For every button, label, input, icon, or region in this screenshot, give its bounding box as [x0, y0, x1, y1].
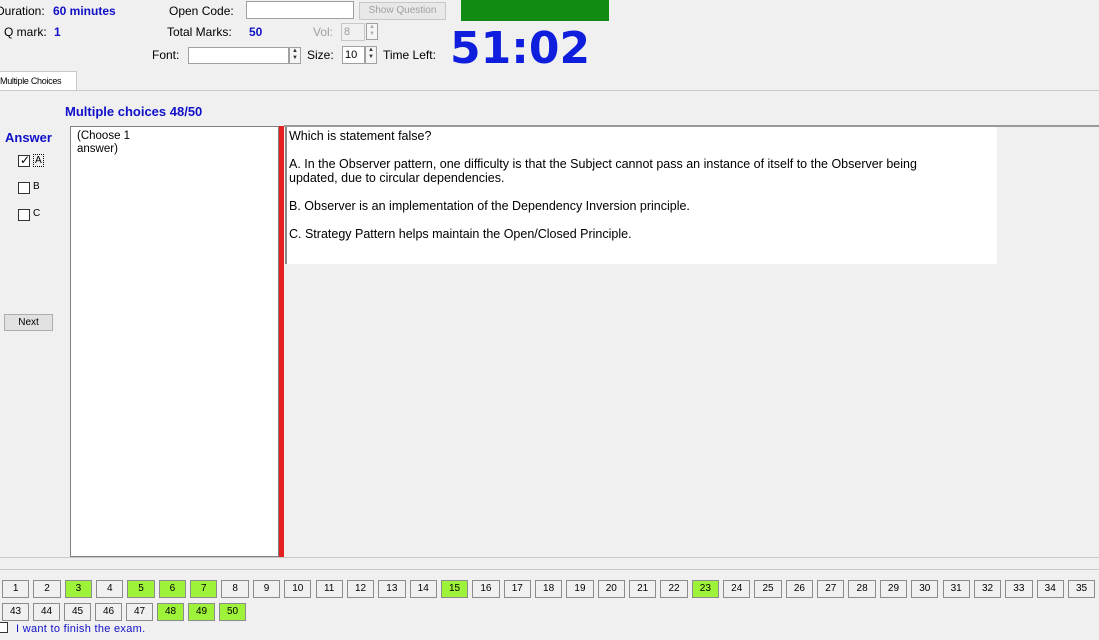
question-prompt: Which is statement false? [289, 129, 432, 143]
question-nav-button-11[interactable]: 11 [315, 580, 343, 598]
answer-title: Answer [5, 130, 52, 145]
question-nav-button-31[interactable]: 31 [942, 580, 970, 598]
font-label: Font: [152, 48, 180, 62]
finish-label: I want to finish the exam. [16, 623, 146, 635]
question-nav-button-46[interactable]: 46 [95, 603, 122, 621]
section-title: Multiple choices 48/50 [65, 104, 203, 119]
question-nav-button-30[interactable]: 30 [911, 580, 939, 598]
question-nav-button-34[interactable]: 34 [1036, 580, 1064, 598]
bottom-divider [0, 557, 1099, 558]
question-nav-button-2[interactable]: 2 [33, 580, 61, 598]
question-nav-button-26[interactable]: 26 [785, 580, 814, 598]
question-nav-button-1[interactable]: 1 [2, 580, 30, 598]
time-left-label: Time Left: [383, 48, 436, 62]
vol-label: Vol: [313, 25, 334, 39]
question-nav-button-29[interactable]: 29 [879, 580, 908, 598]
duration-value: 60 minutes [53, 4, 116, 18]
spin-up-icon: ▲ [292, 48, 298, 54]
question-nav-button-33[interactable]: 33 [1005, 580, 1033, 598]
question-nav-button-3[interactable]: 3 [64, 580, 93, 598]
font-select[interactable] [188, 47, 289, 64]
answer-checkbox-a[interactable] [18, 153, 30, 167]
question-nav-button-15[interactable]: 15 [440, 580, 469, 598]
question-box [285, 127, 997, 264]
question-nav-button-6[interactable]: 6 [158, 580, 187, 598]
vol-input[interactable]: 8 [341, 23, 365, 41]
spin-up-icon: ▲ [369, 24, 375, 30]
answer-checkbox-b[interactable] [18, 182, 30, 194]
question-nav-button-22[interactable]: 22 [660, 580, 688, 598]
status-indicator [461, 0, 609, 21]
question-nav-button-28[interactable]: 28 [848, 580, 876, 598]
choose-panel [70, 126, 279, 557]
question-option: A. In the Observer pattern, one difficul… [289, 157, 917, 185]
question-nav-button-14[interactable]: 14 [409, 580, 437, 598]
question-nav-button-32[interactable]: 32 [973, 580, 1002, 598]
size-label: Size: [307, 48, 334, 62]
spin-down-icon: ▼ [369, 31, 375, 37]
answer-option-label[interactable]: C [33, 208, 40, 219]
question-nav-button-8[interactable]: 8 [221, 580, 249, 598]
question-nav-button-7[interactable]: 7 [190, 580, 218, 598]
question-nav-button-24[interactable]: 24 [723, 580, 751, 598]
question-nav-button-49[interactable]: 49 [188, 603, 215, 621]
font-spinner[interactable]: ▲ ▼ [289, 47, 301, 64]
vol-spinner[interactable]: ▲ ▼ [366, 23, 378, 40]
question-nav-button-45[interactable]: 45 [64, 603, 91, 621]
question-nav-button-4[interactable]: 4 [96, 580, 124, 598]
question-nav-button-12[interactable]: 12 [346, 580, 375, 598]
question-nav-button-35[interactable]: 35 [1067, 580, 1096, 598]
open-code-input[interactable] [246, 1, 354, 19]
tab-multiple-choices[interactable]: Multiple Choices [0, 71, 77, 91]
bottom-divider [0, 569, 1099, 570]
finish-checkbox[interactable] [0, 622, 8, 633]
question-nav-button-23[interactable]: 23 [691, 580, 720, 598]
question-nav-button-5[interactable]: 5 [127, 580, 155, 598]
question-nav-button-13[interactable]: 13 [378, 580, 406, 598]
next-button[interactable]: Next [4, 314, 53, 331]
timer: 51:02 [450, 23, 591, 74]
question-nav-button-27[interactable]: 27 [817, 580, 845, 598]
total-marks-value: 50 [249, 25, 263, 39]
answer-option-label[interactable]: A [33, 154, 44, 167]
size-input[interactable]: 10 [342, 46, 365, 64]
open-code-label: Open Code: [169, 4, 234, 18]
question-nav-button-18[interactable]: 18 [534, 580, 563, 598]
size-spinner[interactable]: ▲ ▼ [365, 46, 377, 64]
question-option: C. Strategy Pattern helps maintain the O… [289, 227, 632, 241]
question-nav-button-21[interactable]: 21 [629, 580, 657, 598]
question-nav-button-19[interactable]: 19 [566, 580, 594, 598]
qmark-label: Q mark: [4, 25, 47, 39]
spin-up-icon: ▲ [368, 47, 374, 53]
spin-down-icon: ▼ [368, 54, 374, 60]
question-nav-button-48[interactable]: 48 [157, 603, 184, 621]
question-nav-button-43[interactable]: 43 [2, 603, 29, 621]
duration-label: Duration: [0, 4, 45, 18]
qmark-value: 1 [54, 25, 61, 39]
question-nav-button-10[interactable]: 10 [284, 580, 312, 598]
choose-hint: (Choose 1 answer) [77, 130, 131, 155]
question-option: B. Observer is an implementation of the … [289, 199, 690, 213]
question-nav-button-9[interactable]: 9 [252, 580, 281, 598]
panel-splitter[interactable] [279, 126, 284, 557]
total-marks-label: Total Marks: [167, 25, 232, 39]
question-nav-button-17[interactable]: 17 [503, 580, 531, 598]
question-nav-button-44[interactable]: 44 [33, 603, 60, 621]
question-nav-button-25[interactable]: 25 [754, 580, 782, 598]
show-question-button[interactable]: Show Question [359, 2, 446, 20]
answer-checkbox-c[interactable] [18, 209, 30, 221]
question-nav-button-47[interactable]: 47 [126, 603, 153, 621]
question-nav-button-50[interactable]: 50 [219, 603, 246, 621]
question-nav-button-16[interactable]: 16 [472, 580, 500, 598]
question-nav-button-20[interactable]: 20 [597, 580, 625, 598]
tab-divider [0, 90, 1099, 91]
spin-down-icon: ▼ [292, 55, 298, 61]
answer-option-label[interactable]: B [33, 181, 40, 192]
